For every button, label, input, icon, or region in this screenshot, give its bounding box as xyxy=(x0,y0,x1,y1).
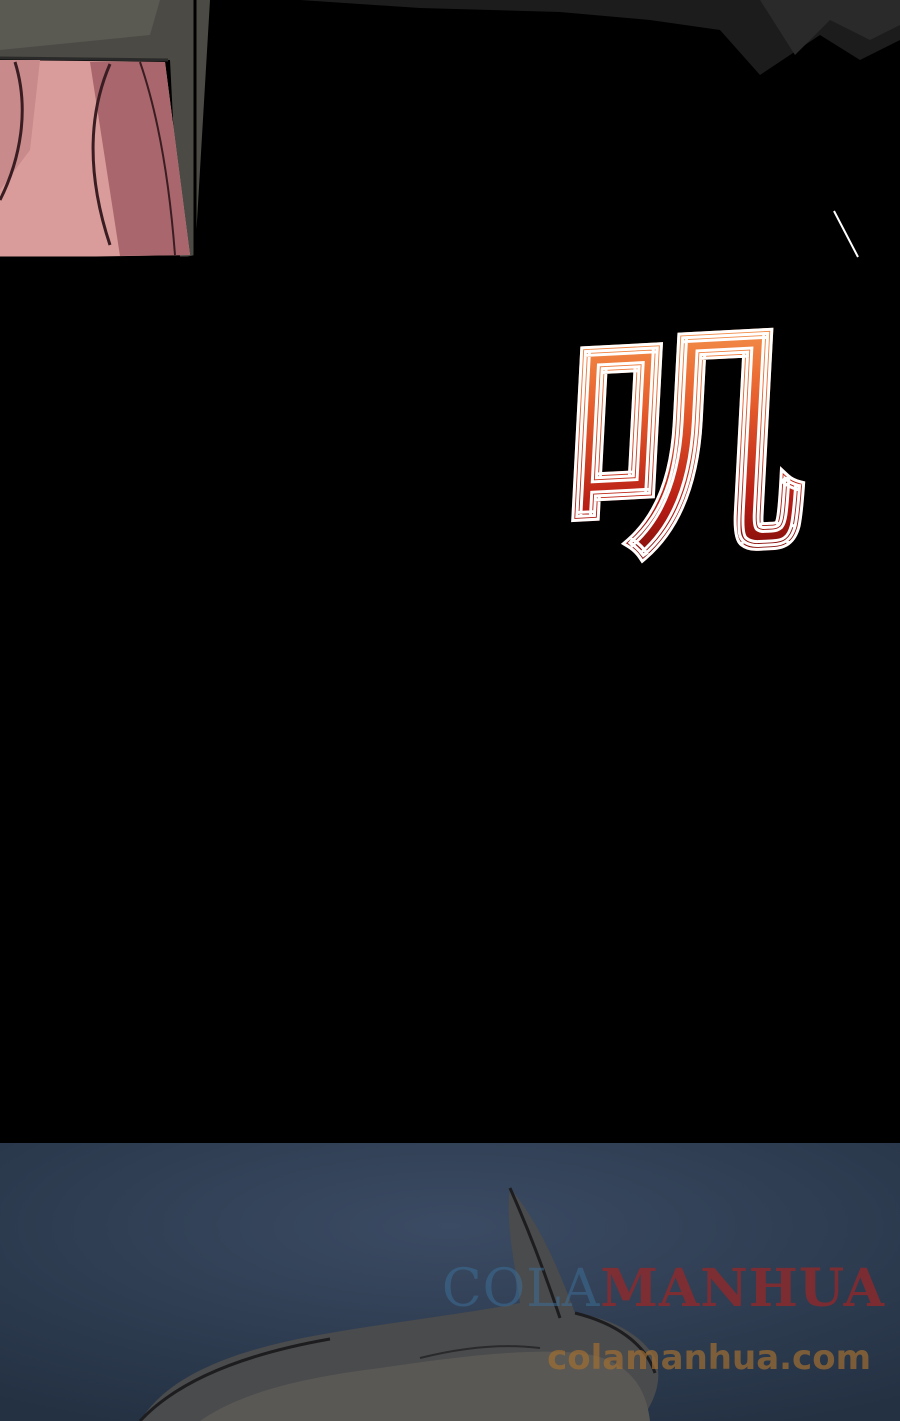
sound-effect-text: 叽 xyxy=(506,286,863,603)
speed-line xyxy=(833,210,859,258)
bottom-panel-illustration xyxy=(0,1143,900,1421)
sound-effect: 叽 xyxy=(515,290,855,600)
top-panel-illustration xyxy=(0,0,900,260)
comic-page: 叽 COLAMANHUA colamanhua.com xyxy=(0,0,900,1421)
